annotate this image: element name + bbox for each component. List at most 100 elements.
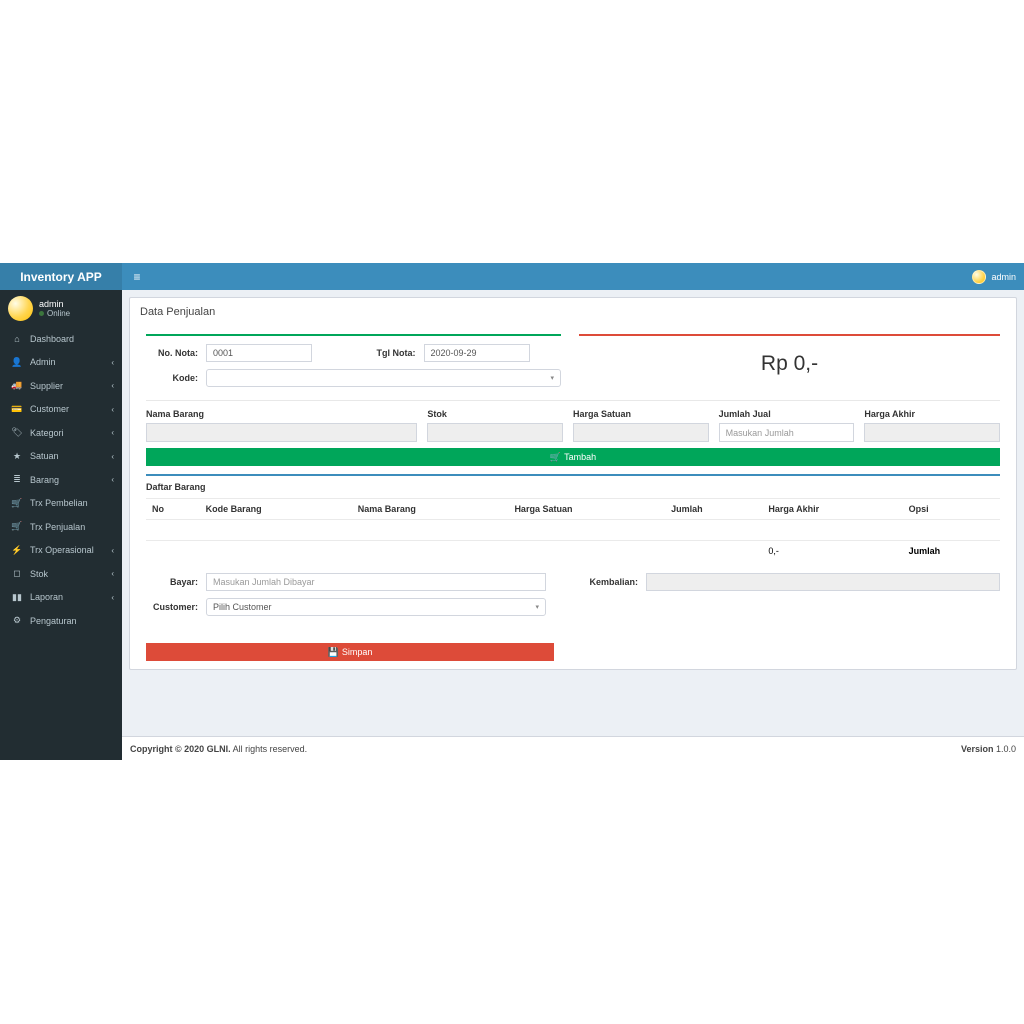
simpan-button[interactable]: 💾 Simpan xyxy=(146,643,554,661)
col-kode-barang: Kode Barang xyxy=(200,499,352,520)
bayar-label: Bayar: xyxy=(146,577,206,587)
sidebar-item-trx-penjualan[interactable]: 🛒Trx Penjualan xyxy=(0,515,122,539)
sidebar-item-pengaturan[interactable]: ⚙Pengaturan xyxy=(0,609,122,633)
sidebar-item-laporan[interactable]: ▮▮Laporan‹ xyxy=(0,586,122,610)
kode-select[interactable]: ▾ xyxy=(206,369,561,387)
no-nota-input[interactable] xyxy=(206,344,312,362)
sidebar-user-panel: admin Online xyxy=(0,290,122,327)
stok-input xyxy=(427,423,563,442)
main-header: Inventory APP ≡ admin xyxy=(0,263,1024,290)
status-dot-icon xyxy=(39,311,44,316)
harga-satuan-label: Harga Satuan xyxy=(573,409,709,419)
chevron-left-icon: ‹ xyxy=(111,452,114,461)
harga-akhir-label: Harga Akhir xyxy=(864,409,1000,419)
sidebar-item-trx-operasional[interactable]: ⚡Trx Operasional‹ xyxy=(0,539,122,563)
tgl-nota-label: Tgl Nota: xyxy=(364,348,424,358)
sidebar: admin Online ⌂Dashboard👤Admin‹🚚Supplier‹… xyxy=(0,290,122,760)
menu-icon: ≡ xyxy=(133,270,140,284)
sidebar-item-label: Kategori xyxy=(24,428,111,438)
tgl-nota-input[interactable] xyxy=(424,344,530,362)
barang-icon: ≣ xyxy=(10,474,24,485)
sidebar-item-label: Trx Penjualan xyxy=(24,522,114,532)
table-totals-row: 0,- Jumlah xyxy=(146,541,1000,562)
trx-pembelian-icon: 🛒 xyxy=(10,498,24,509)
user-menu[interactable]: admin xyxy=(972,270,1016,284)
sidebar-toggle-button[interactable]: ≡ xyxy=(128,268,146,286)
sidebar-item-label: Satuan xyxy=(24,451,111,461)
chevron-left-icon: ‹ xyxy=(111,475,114,484)
main-content: Data Penjualan No. Nota: xyxy=(122,290,1024,760)
daftar-barang-title: Daftar Barang xyxy=(146,482,1000,492)
page-title: Data Penjualan xyxy=(130,298,1016,326)
bayar-input[interactable] xyxy=(206,573,546,591)
sidebar-item-trx-pembelian[interactable]: 🛒Trx Pembelian xyxy=(0,492,122,516)
tambah-button[interactable]: 🛒 Tambah xyxy=(146,448,1000,466)
chevron-left-icon: ‹ xyxy=(111,546,114,555)
total-label: Jumlah xyxy=(903,541,1000,562)
total-harga-akhir: 0,- xyxy=(762,541,902,562)
kembalian-input xyxy=(646,573,1000,591)
sidebar-item-label: Stok xyxy=(24,569,111,579)
no-nota-label: No. Nota: xyxy=(146,348,206,358)
sidebar-item-label: Trx Operasional xyxy=(24,545,111,555)
stok-icon: ◻ xyxy=(10,568,24,579)
sidebar-item-satuan[interactable]: ★Satuan‹ xyxy=(0,445,122,469)
kembalian-label: Kembalian: xyxy=(576,577,646,587)
chevron-left-icon: ‹ xyxy=(111,358,114,367)
nama-barang-input xyxy=(146,423,417,442)
supplier-icon: 🚚 xyxy=(10,380,24,391)
customer-select[interactable]: Pilih Customer ▾ xyxy=(206,598,546,616)
sidebar-item-label: Supplier xyxy=(24,381,111,391)
cart-icon: 🛒 xyxy=(550,452,561,463)
trx-operasional-icon: ⚡ xyxy=(10,545,24,556)
stok-label: Stok xyxy=(427,409,563,419)
jumlah-jual-input[interactable] xyxy=(719,423,855,442)
sidebar-item-supplier[interactable]: 🚚Supplier‹ xyxy=(0,374,122,398)
sidebar-item-stok[interactable]: ◻Stok‹ xyxy=(0,562,122,586)
total-amount-display: Rp 0,- xyxy=(579,344,1000,388)
sidebar-item-admin[interactable]: 👤Admin‹ xyxy=(0,351,122,375)
avatar-icon xyxy=(972,270,986,284)
dashboard-icon: ⌂ xyxy=(10,334,24,344)
app-logo[interactable]: Inventory APP xyxy=(0,263,122,290)
satuan-icon: ★ xyxy=(10,451,24,462)
table-row xyxy=(146,520,1000,541)
sidebar-item-label: Barang xyxy=(24,475,111,485)
admin-icon: 👤 xyxy=(10,357,24,368)
laporan-icon: ▮▮ xyxy=(10,592,24,603)
sidebar-item-dashboard[interactable]: ⌂Dashboard xyxy=(0,327,122,351)
sidebar-status: Online xyxy=(39,309,70,318)
sidebar-username: admin xyxy=(39,299,70,309)
footer: Copyright © 2020 GLNI. All rights reserv… xyxy=(122,736,1024,760)
sidebar-item-kategori[interactable]: 🏷Kategori‹ xyxy=(0,421,122,445)
top-username: admin xyxy=(991,272,1016,282)
chevron-left-icon: ‹ xyxy=(111,428,114,437)
pengaturan-icon: ⚙ xyxy=(10,615,24,626)
kode-label: Kode: xyxy=(146,373,206,383)
harga-akhir-input xyxy=(864,423,1000,442)
sidebar-item-customer[interactable]: 💳Customer‹ xyxy=(0,398,122,422)
sidebar-item-barang[interactable]: ≣Barang‹ xyxy=(0,468,122,492)
sidebar-item-label: Dashboard xyxy=(24,334,114,344)
jumlah-jual-label: Jumlah Jual xyxy=(719,409,855,419)
col-harga-satuan: Harga Satuan xyxy=(508,499,665,520)
sidebar-item-label: Trx Pembelian xyxy=(24,498,114,508)
caret-down-icon: ▾ xyxy=(548,374,556,382)
items-table: NoKode BarangNama BarangHarga Satuan Juml… xyxy=(146,498,1000,561)
trx-penjualan-icon: 🛒 xyxy=(10,521,24,532)
avatar-icon xyxy=(8,296,33,321)
col-harga-akhir: Harga Akhir xyxy=(762,499,902,520)
col-opsi: Opsi xyxy=(903,499,1000,520)
sidebar-item-label: Pengaturan xyxy=(24,616,114,626)
sidebar-item-label: Admin xyxy=(24,357,111,367)
harga-satuan-input xyxy=(573,423,709,442)
col-no: No xyxy=(146,499,200,520)
chevron-left-icon: ‹ xyxy=(111,405,114,414)
kategori-icon: 🏷 xyxy=(10,427,24,438)
caret-down-icon: ▾ xyxy=(533,603,541,611)
chevron-left-icon: ‹ xyxy=(111,593,114,602)
col-nama-barang: Nama Barang xyxy=(352,499,509,520)
sidebar-item-label: Laporan xyxy=(24,592,111,602)
save-icon: 💾 xyxy=(328,647,339,658)
chevron-left-icon: ‹ xyxy=(111,381,114,390)
